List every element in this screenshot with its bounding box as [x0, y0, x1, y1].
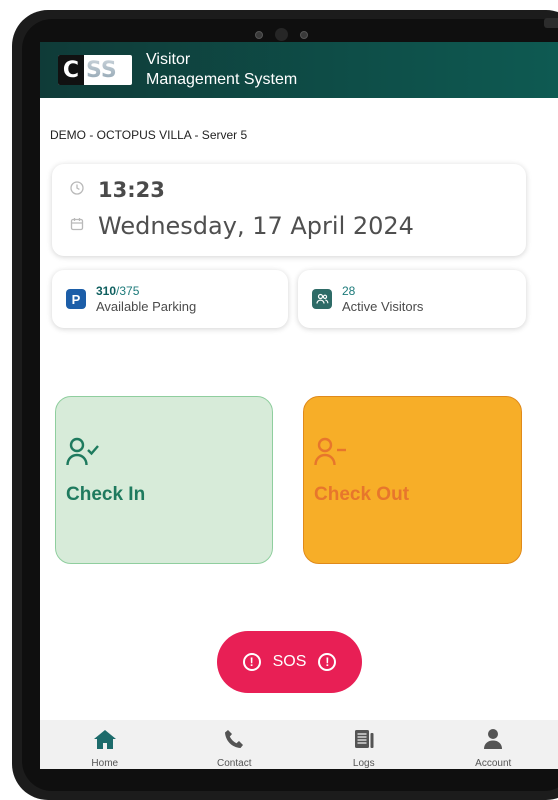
- logo-mark-text: SS: [84, 58, 117, 83]
- camera-lens: [275, 28, 288, 41]
- app-screen: C SS Visitor Management System DEMO - OC…: [40, 42, 558, 769]
- visitors-icon: [312, 289, 332, 309]
- check-in-button[interactable]: Check In: [55, 396, 273, 564]
- bottom-nav: Home Contact Logs Account: [40, 720, 558, 769]
- nav-label-logs: Logs: [353, 758, 375, 769]
- nav-label-account: Account: [475, 758, 511, 769]
- check-in-label: Check In: [66, 484, 145, 506]
- user-check-icon: [66, 437, 100, 471]
- sos-label: SOS: [273, 653, 307, 671]
- app-logo: C SS: [58, 55, 132, 85]
- clock-card: 13:23 Wednesday, 17 April 2024: [52, 164, 526, 256]
- front-camera: [255, 28, 308, 41]
- user-icon: [482, 728, 504, 754]
- app-title-line2: Management System: [146, 70, 297, 90]
- sensor-dot: [300, 31, 308, 39]
- calendar-icon: [70, 217, 90, 235]
- nav-item-contact[interactable]: Contact: [170, 720, 300, 769]
- app-title-line1: Visitor: [146, 50, 297, 70]
- alert-icon: !: [318, 653, 336, 671]
- parking-card: P 310/375 Available Parking: [52, 270, 288, 328]
- home-icon: [93, 728, 117, 754]
- app-header: C SS Visitor Management System: [40, 42, 558, 98]
- visitors-count: 28: [342, 284, 423, 299]
- alert-icon: !: [243, 653, 261, 671]
- nav-item-home[interactable]: Home: [40, 720, 170, 769]
- sos-button[interactable]: ! SOS !: [217, 631, 362, 693]
- parking-icon: P: [66, 289, 86, 309]
- site-label: DEMO - OCTOPUS VILLA - Server 5: [50, 128, 247, 142]
- parking-total: /375: [116, 284, 139, 298]
- check-out-label: Check Out: [314, 484, 409, 506]
- nav-item-account[interactable]: Account: [429, 720, 558, 769]
- visitors-label: Active Visitors: [342, 299, 423, 314]
- nav-label-home: Home: [91, 758, 118, 769]
- nav-label-contact: Contact: [217, 758, 251, 769]
- nav-item-logs[interactable]: Logs: [299, 720, 429, 769]
- logo-mark: C: [58, 55, 84, 85]
- current-date: Wednesday, 17 April 2024: [98, 212, 414, 240]
- parking-label: Available Parking: [96, 299, 196, 314]
- clock-icon: [70, 181, 90, 199]
- current-time: 13:23: [98, 178, 165, 202]
- sensor-dot: [255, 31, 263, 39]
- check-out-button[interactable]: Check Out: [303, 396, 522, 564]
- phone-icon: [223, 728, 245, 754]
- visitors-card: 28 Active Visitors: [298, 270, 526, 328]
- power-button: [544, 18, 558, 28]
- logs-icon: [353, 728, 375, 754]
- parking-available: 310: [96, 284, 116, 298]
- user-minus-icon: [314, 437, 348, 471]
- app-title: Visitor Management System: [146, 50, 297, 90]
